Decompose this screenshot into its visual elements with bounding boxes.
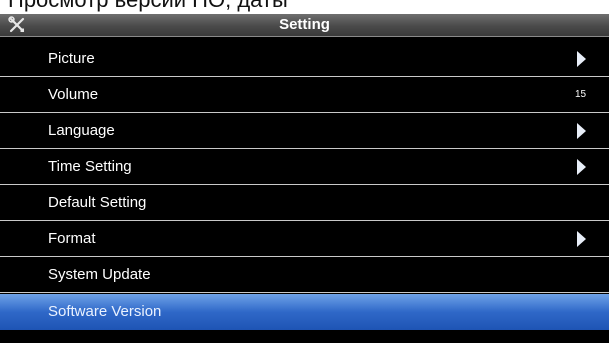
menu-item-picture[interactable]: Picture: [0, 41, 609, 77]
menu-item-time-setting[interactable]: Time Setting: [0, 149, 609, 185]
menu-item-label: Time Setting: [48, 158, 132, 175]
menu-item-software-version[interactable]: Software Version: [0, 294, 609, 330]
menu-item-label: Volume: [48, 86, 99, 103]
menu-item-label: Software Version: [48, 303, 162, 320]
menu-item-label: Language: [48, 122, 115, 139]
menu-item-default-setting[interactable]: Default Setting: [0, 185, 609, 221]
header-title: Setting: [279, 16, 330, 33]
settings-menu: Picture Volume 15 Language Time Setting …: [0, 41, 609, 330]
chevron-right-icon: [577, 231, 586, 247]
menu-item-label: Format: [48, 230, 96, 247]
menu-item-format[interactable]: Format: [0, 221, 609, 257]
chevron-right-icon: [577, 159, 586, 175]
chevron-right-icon: [577, 51, 586, 67]
header-bar: Setting: [0, 14, 609, 37]
caption-text: Просмотр версии ПО, даты: [8, 0, 288, 12]
volume-value: 15: [575, 89, 587, 100]
chevron-right-icon: [577, 123, 586, 139]
menu-item-label: Default Setting: [48, 194, 147, 211]
settings-screen: Setting Picture Volume 15 Language Time …: [0, 14, 609, 343]
menu-item-volume[interactable]: Volume 15: [0, 77, 609, 113]
menu-item-system-update[interactable]: System Update: [0, 257, 609, 293]
menu-item-label: System Update: [48, 266, 151, 283]
caption: Просмотр версии ПО, даты: [0, 0, 609, 14]
menu-item-language[interactable]: Language: [0, 113, 609, 149]
menu-item-label: Picture: [48, 50, 95, 67]
